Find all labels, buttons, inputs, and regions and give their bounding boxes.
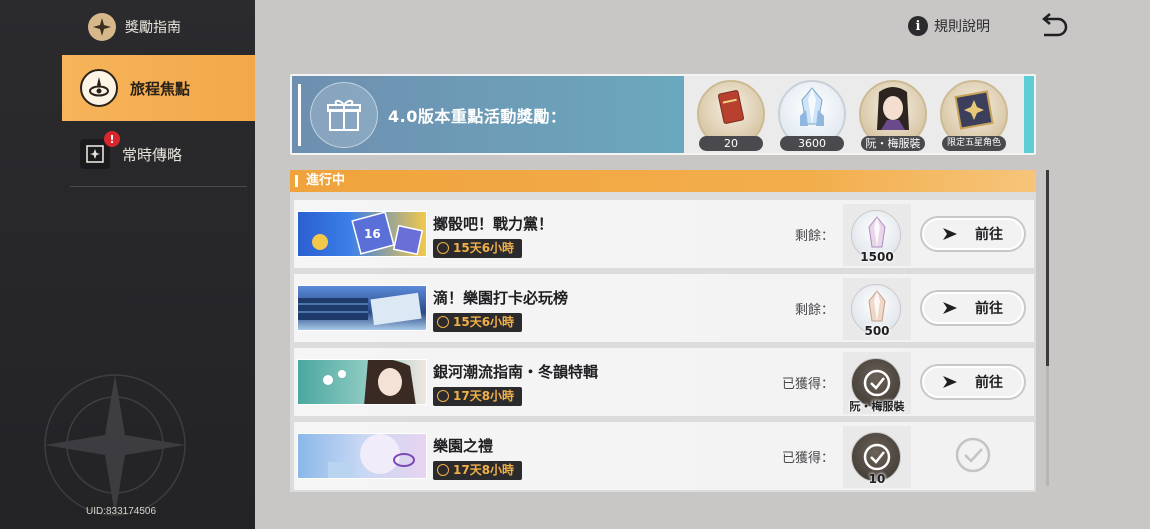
reward-label: 阮・梅服裝 <box>861 136 925 151</box>
clock-icon-timer: 17天8小時 <box>433 387 523 406</box>
sidebar-item-permanent-bio[interactable]: ! 常時傳略 <box>62 121 255 187</box>
arrow-right-icon <box>943 376 957 388</box>
reward-crystal[interactable]: 3600 <box>778 80 846 152</box>
event-thumbnail <box>297 433 427 479</box>
sidebar-item-label: 旅程焦點 <box>130 79 191 98</box>
clock-icon-timer: 15天6小時 <box>433 313 523 332</box>
event-row: 16 擲骰吧！戰力黨！ 15天6小時 剩餘： 1500 前往 <box>294 200 1034 268</box>
go-button[interactable]: 前往 <box>920 216 1026 252</box>
banner-title: 4.0版本重點活動獎勵： <box>388 107 567 126</box>
go-button[interactable]: 前往 <box>920 364 1026 400</box>
arrow-right-icon <box>943 302 957 314</box>
event-thumbnail <box>297 285 427 331</box>
banner-edge <box>1024 76 1034 153</box>
event-reward[interactable]: 1500 <box>843 204 911 266</box>
version-reward-banner: 4.0版本重點活動獎勵： 20 3600 阮・梅服裝 限定五星角色 <box>290 74 1036 155</box>
go-button-label: 前往 <box>975 301 1003 317</box>
scrollbar-thumb[interactable] <box>1046 170 1049 366</box>
event-reward[interactable]: 阮・梅服裝 <box>843 352 911 414</box>
event-thumbnail: 16 <box>297 211 427 257</box>
sidebar-divider <box>70 186 247 187</box>
banner-accent-bar <box>298 84 301 146</box>
back-arrow-icon[interactable] <box>1038 13 1068 41</box>
go-button-label: 前往 <box>975 375 1003 391</box>
in-progress-header: 進行中 <box>290 170 1036 192</box>
info-icon: i <box>908 16 928 36</box>
event-row: 樂園之禮 17天8小時 已獲得： 10 <box>294 422 1034 490</box>
rules-button[interactable]: i 規則說明 <box>908 16 990 36</box>
compass-decoration-icon <box>44 374 186 516</box>
event-status: 剩餘： <box>794 303 834 318</box>
sidebar-item-label: 常時傳略 <box>122 145 183 164</box>
event-reward[interactable]: 500 <box>843 278 911 340</box>
event-row: 滴！樂園打卡必玩榜 15天6小時 剩餘： 500 前往 <box>294 274 1034 342</box>
gift-icon <box>310 82 378 148</box>
svg-text:16: 16 <box>364 227 381 241</box>
event-list: 16 擲骰吧！戰力黨！ 15天6小時 剩餘： 1500 前往 滴！樂園打卡必玩榜… <box>290 192 1036 492</box>
event-name: 樂園之禮 <box>433 437 494 455</box>
event-name: 銀河潮流指南・冬韻特輯 <box>433 363 599 381</box>
event-status: 已獲得： <box>781 377 834 392</box>
event-name: 滴！樂園打卡必玩榜 <box>433 289 569 307</box>
reward-count: 500 <box>864 324 890 338</box>
clock-icon-timer: 17天8小時 <box>433 461 523 480</box>
event-thumbnail <box>297 359 427 405</box>
event-row: 銀河潮流指南・冬韻特輯 17天8小時 已獲得： 阮・梅服裝 前往 <box>294 348 1034 416</box>
event-status: 剩餘： <box>794 229 834 244</box>
arrow-right-icon <box>943 228 957 240</box>
reward-label: 限定五星角色 <box>942 136 1006 151</box>
reward-count: 阮・梅服裝 <box>849 400 905 413</box>
reward-guide-label: 獎勵指南 <box>125 20 181 36</box>
reward-guide-icon <box>88 13 116 41</box>
banner-rewards-area: 20 3600 阮・梅服裝 限定五星角色 <box>684 76 1024 153</box>
reward-pass[interactable]: 20 <box>697 80 765 152</box>
clock-icon-timer: 15天6小時 <box>433 239 523 258</box>
reward-character[interactable]: 限定五星角色 <box>940 80 1008 152</box>
alert-badge: ! <box>104 131 120 147</box>
reward-count: 1500 <box>860 250 894 264</box>
completed-check-icon <box>955 437 991 473</box>
event-name: 擲骰吧！戰力黨！ <box>433 215 554 233</box>
rules-label: 規則說明 <box>934 19 990 35</box>
reward-label: 20 <box>699 136 763 151</box>
go-button-label: 前往 <box>975 227 1003 243</box>
uid-label: UID:833174506 <box>86 506 157 517</box>
event-reward[interactable]: 10 <box>843 426 911 488</box>
compass-eye-icon <box>80 69 118 107</box>
star-card-icon: ! <box>80 131 120 169</box>
sidebar-item-journey-focus[interactable]: 旅程焦點 <box>62 55 255 121</box>
reward-guide-header[interactable]: 獎勵指南 <box>88 12 181 42</box>
event-status: 已獲得： <box>781 451 834 466</box>
reward-label: 3600 <box>780 136 844 151</box>
go-button[interactable]: 前往 <box>920 290 1026 326</box>
reward-count: 10 <box>868 472 886 486</box>
sidebar: 獎勵指南 旅程焦點 ! 常時傳略 UID:833174506 <box>0 0 255 529</box>
reward-outfit[interactable]: 阮・梅服裝 <box>859 80 927 152</box>
scrollbar-track <box>1046 366 1049 486</box>
